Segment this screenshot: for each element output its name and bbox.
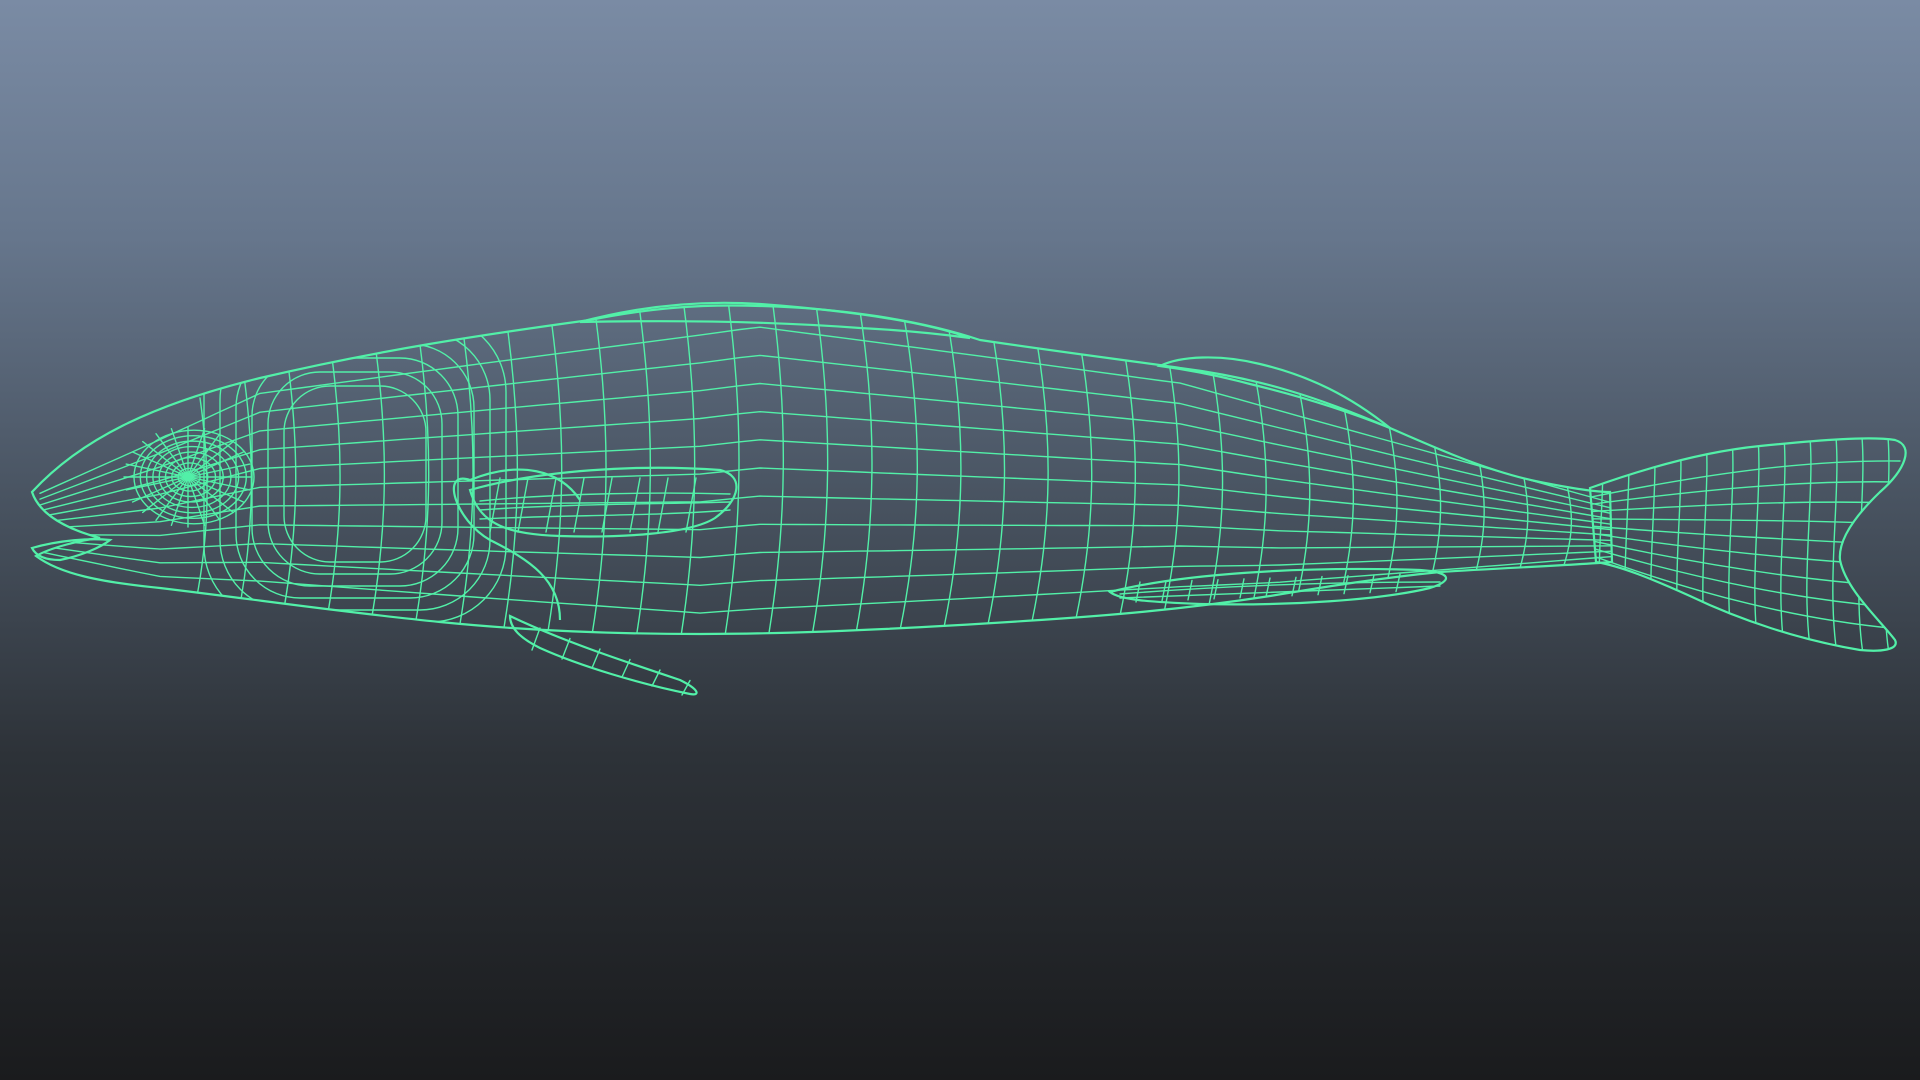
pelvic-fin[interactable] bbox=[508, 614, 698, 696]
scene-canvas[interactable] bbox=[0, 0, 1920, 1080]
body-wireframe bbox=[39, 305, 1612, 634]
pelvic-fin-wireframe bbox=[531, 627, 691, 696]
tail-wireframe bbox=[1590, 438, 1901, 651]
viewport-panel[interactable] bbox=[0, 0, 1920, 1080]
fish-model[interactable] bbox=[30, 298, 1907, 696]
anal-fin[interactable] bbox=[1107, 567, 1448, 606]
dorsal-fin-rear[interactable] bbox=[1156, 356, 1391, 430]
